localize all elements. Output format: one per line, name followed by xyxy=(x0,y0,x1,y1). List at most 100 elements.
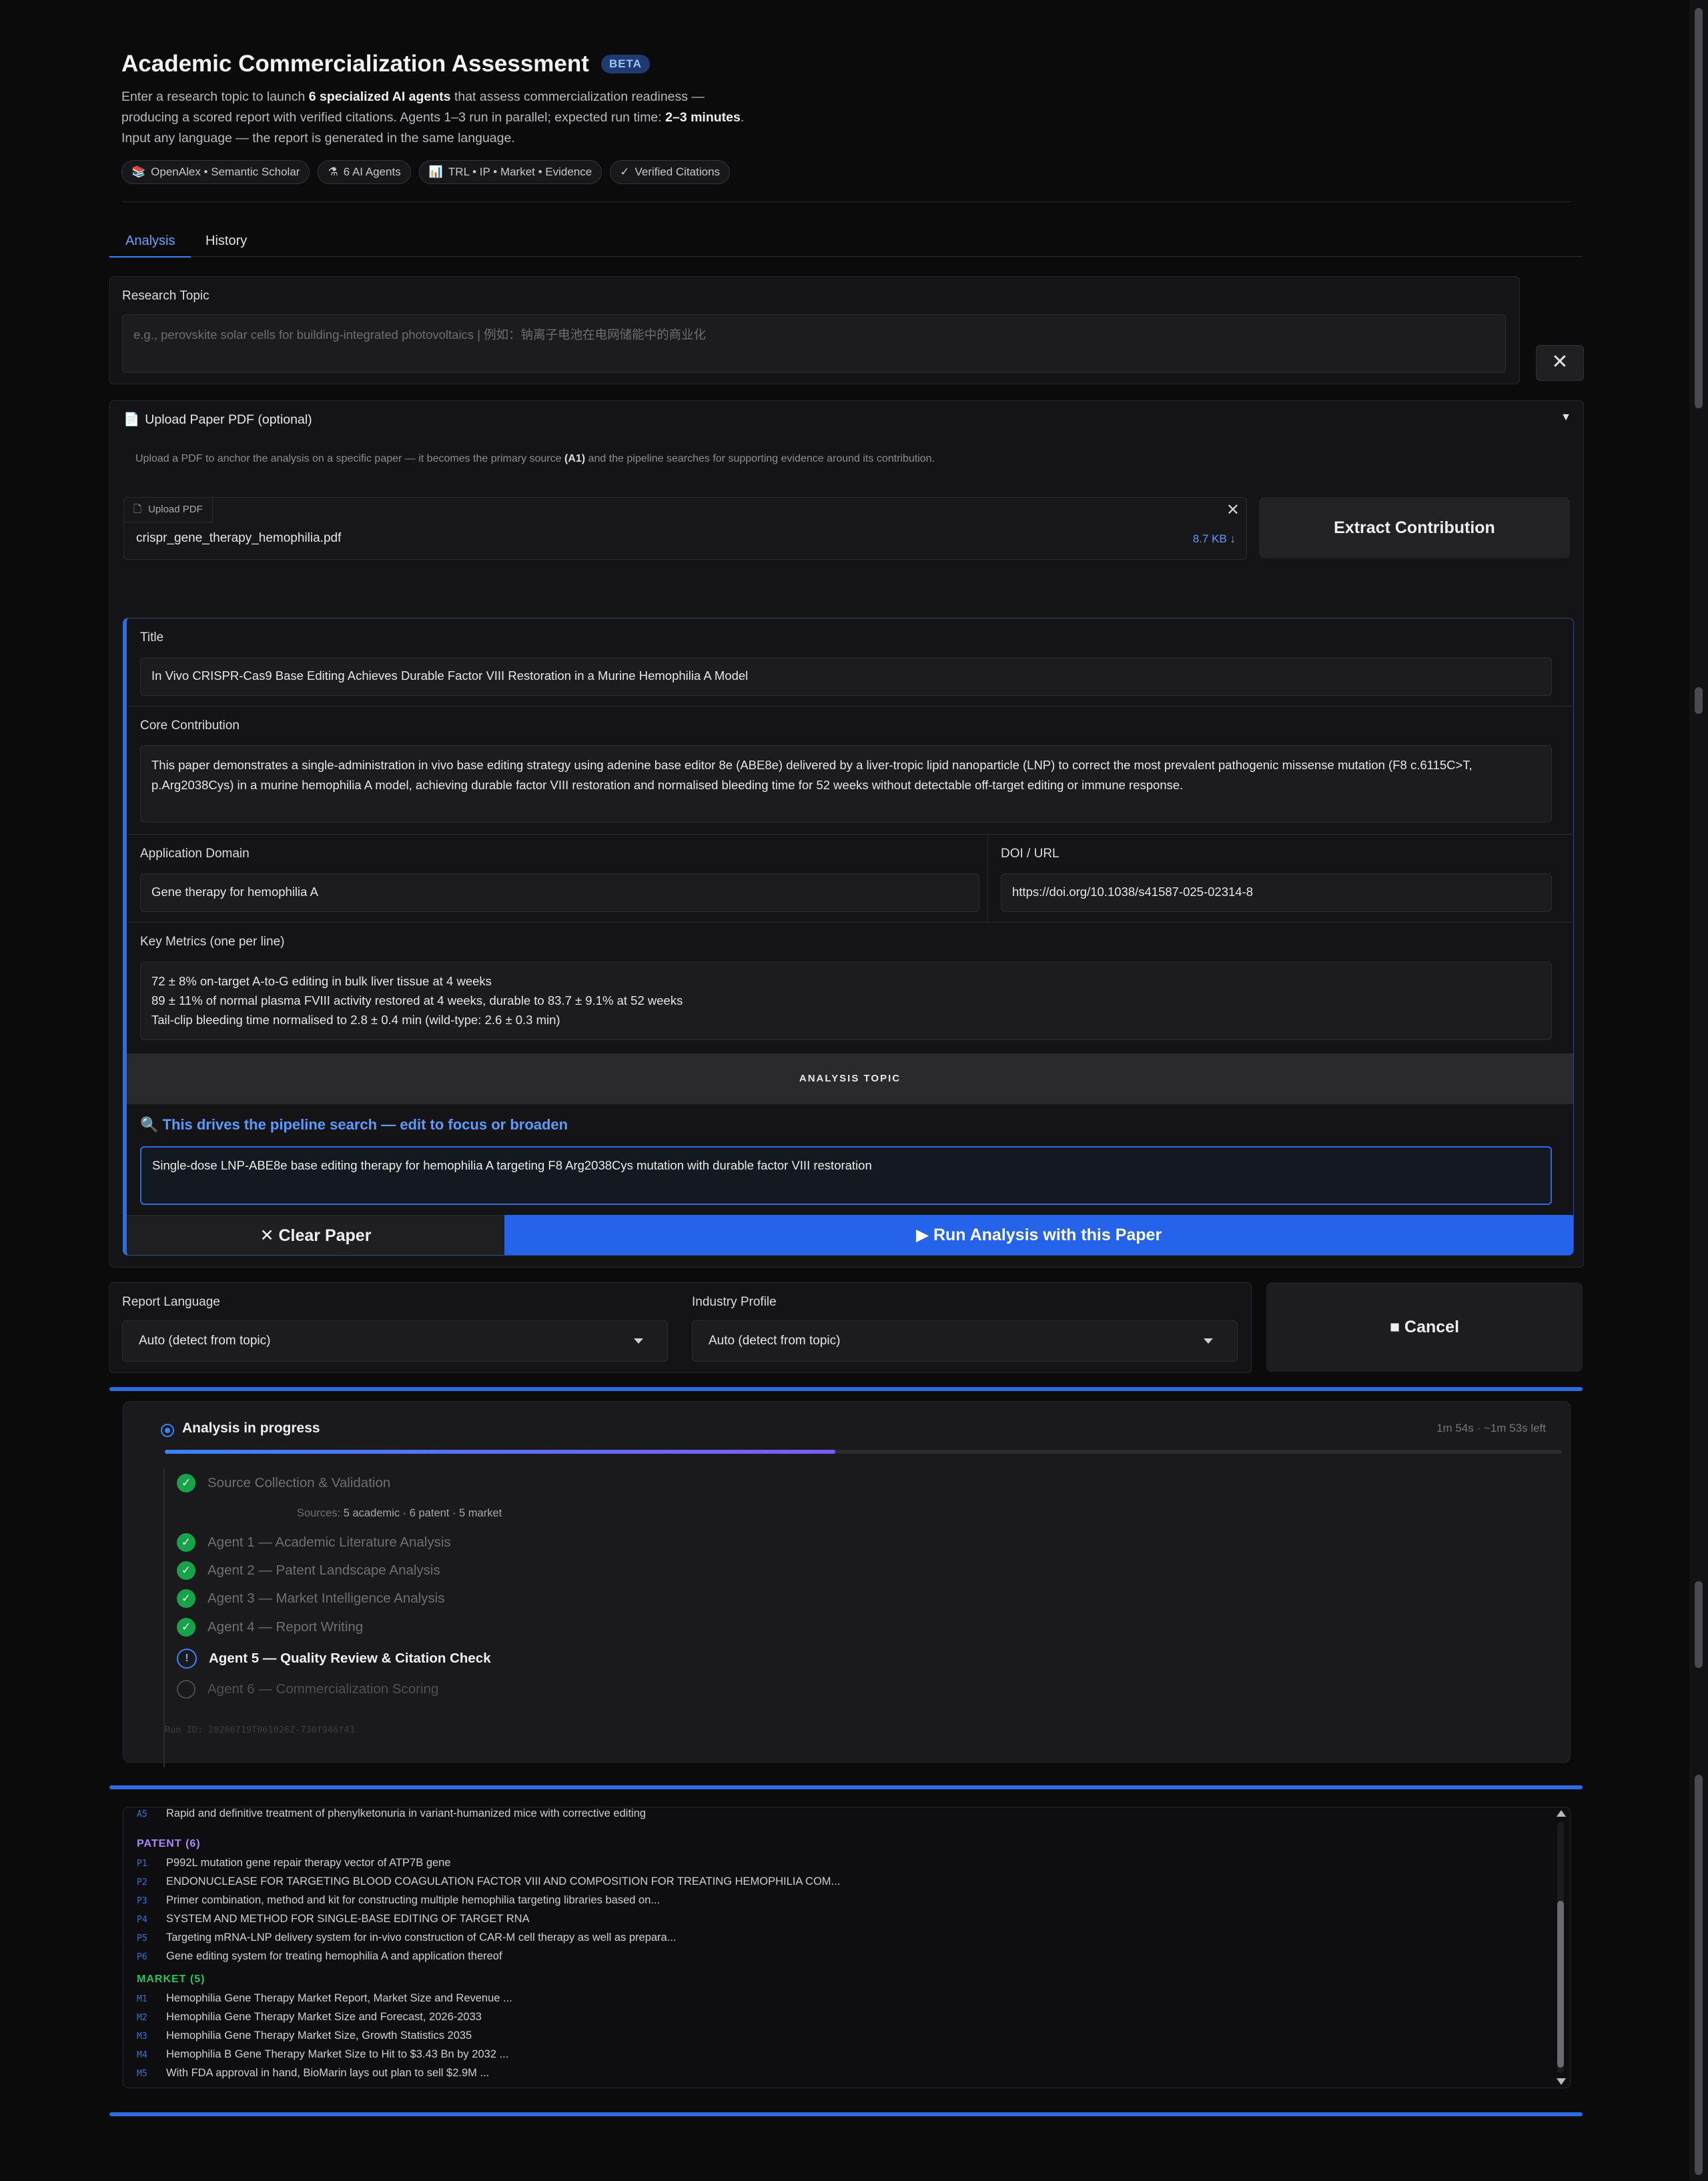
chevron-down-icon xyxy=(634,1338,643,1344)
chart-icon: 📊 xyxy=(428,165,443,178)
chevron-down-icon[interactable]: ▼ xyxy=(1561,412,1571,424)
chip-sources: 📚 OpenAlex • Semantic Scholar xyxy=(121,160,310,184)
sources-summary: Sources: 5 academic · 6 patent · 5 marke… xyxy=(297,1507,502,1519)
list-item[interactable]: M2 Hemophilia Gene Therapy Market Size an… xyxy=(137,2011,482,2024)
feature-chips: 📚 OpenAlex • Semantic Scholar ⚗ 6 AI Agent… xyxy=(121,160,731,184)
application-domain-label: Application Domain xyxy=(140,847,250,861)
tab-bar: Analysis History xyxy=(109,226,1583,258)
check-icon: ✓ xyxy=(177,1474,195,1492)
analysis-topic-heading: ANALYSIS TOPIC xyxy=(127,1053,1573,1104)
application-domain-input[interactable]: Gene therapy for hemophilia A xyxy=(140,873,979,912)
run-analysis-button[interactable]: ▶ Run Analysis with this Paper xyxy=(504,1215,1573,1255)
step-agent-3: ✓ Agent 3 — Market Intelligence Analysis xyxy=(177,1589,445,1608)
list-item[interactable]: M3 Hemophilia Gene Therapy Market Size, G… xyxy=(137,2030,472,2042)
progress-bar xyxy=(165,1450,1562,1454)
close-icon: ✕ xyxy=(1551,351,1569,373)
page-title: Academic Commercialization Assessment xyxy=(121,51,589,77)
step-source-collection: ✓ Source Collection & Validation xyxy=(177,1474,390,1492)
research-topic-input[interactable]: e.g., perovskite solar cells for buildin… xyxy=(122,314,1506,373)
tab-history[interactable]: History xyxy=(189,231,263,256)
analysis-topic-input[interactable]: Single-dose LNP-ABE8e base editing thera… xyxy=(140,1146,1552,1205)
file-size-download[interactable]: 8.7 KB ↓ xyxy=(1193,532,1236,546)
doi-label: DOI / URL xyxy=(1001,847,1059,861)
core-contribution-section: Core Contribution This paper demonstrate… xyxy=(127,707,1573,835)
document-icon: 📄 xyxy=(123,412,140,427)
running-icon: ! xyxy=(177,1649,197,1669)
step-agent-6: Agent 6 — Commercialization Scoring xyxy=(177,1680,438,1699)
file-icon: 🗋 xyxy=(133,504,142,515)
check-icon: ✓ xyxy=(177,1561,195,1580)
list-item[interactable]: P5 Targeting mRNA-LNP delivery system for… xyxy=(137,1931,676,1944)
upload-accordion-header[interactable]: 📄 Upload Paper PDF (optional) xyxy=(123,412,312,428)
section-divider xyxy=(109,2112,1583,2116)
list-item[interactable]: M1 Hemophilia Gene Therapy Market Report,… xyxy=(137,1992,512,2005)
pipeline-hint: 🔍 This drives the pipeline search — edit… xyxy=(140,1116,568,1133)
report-language-select[interactable]: Auto (detect from topic) xyxy=(122,1320,668,1362)
extract-contribution-button[interactable]: Extract Contribution xyxy=(1259,497,1570,558)
check-icon: ✓ xyxy=(620,165,630,178)
books-icon: 📚 xyxy=(131,165,146,178)
market-heading: MARKET (5) xyxy=(137,1974,205,1985)
list-item[interactable]: P3 Primer combination, method and kit for… xyxy=(137,1894,660,1907)
upload-description: Upload a PDF to anchor the analysis on a… xyxy=(135,453,935,464)
page-scrollbar-thumb[interactable] xyxy=(1695,8,1703,408)
run-id: Run ID: 20260719T061026Z-730f946f43 xyxy=(165,1725,355,1735)
industry-profile-select[interactable]: Auto (detect from topic) xyxy=(692,1320,1238,1362)
remove-file-icon[interactable]: ✕ xyxy=(1226,500,1240,520)
divider xyxy=(987,835,988,923)
paper-card: Title In Vivo CRISPR-Cas9 Base Editing A… xyxy=(123,618,1574,1256)
sources-list[interactable]: A5 Rapid and definitive treatment of phen… xyxy=(123,1807,1571,2088)
file-upload-widget[interactable]: 🗋 Upload PDF ✕ crispr_gene_therapy_hemoph… xyxy=(123,497,1247,560)
list-item[interactable]: P1 P992L mutation gene repair therapy vec… xyxy=(137,1857,451,1869)
key-metrics-section: Key Metrics (one per line) 72 ± 8% on-ta… xyxy=(127,923,1573,1053)
list-item[interactable]: P6 Gene editing system for treating hemop… xyxy=(137,1950,502,1963)
section-divider xyxy=(109,1785,1583,1789)
scroll-up-icon[interactable] xyxy=(1557,1810,1566,1817)
chip-citations: ✓ Verified Citations xyxy=(610,160,731,184)
key-metrics-label: Key Metrics (one per line) xyxy=(140,935,285,949)
progress-elapsed: 1m 54s · ~1m 53s left xyxy=(1436,1422,1546,1434)
list-item[interactable]: P2 ENDONUCLEASE FOR TARGETING BLOOD COAGU… xyxy=(137,1875,840,1888)
search-icon: 🔍 xyxy=(140,1116,159,1133)
divider xyxy=(121,201,1571,202)
check-icon: ✓ xyxy=(177,1589,195,1608)
title-section: Title In Vivo CRISPR-Cas9 Base Editing A… xyxy=(127,618,1573,707)
upload-pdf-tag: 🗋 Upload PDF xyxy=(124,498,213,522)
intro-text: Enter a research topic to launch 6 speci… xyxy=(121,89,745,145)
core-contribution-label: Core Contribution xyxy=(140,719,240,733)
scroll-down-icon[interactable] xyxy=(1557,2078,1566,2085)
page-scrollbar-marker xyxy=(1695,687,1703,714)
core-contribution-input[interactable]: This paper demonstrates a single-adminis… xyxy=(140,745,1552,823)
clear-topic-button[interactable]: ✕ xyxy=(1536,345,1584,381)
flask-icon: ⚗ xyxy=(328,165,338,178)
scrollbar-thumb[interactable] xyxy=(1557,1901,1564,2068)
research-topic-panel: Research Topic e.g., perovskite solar ce… xyxy=(109,276,1520,384)
title-input[interactable]: In Vivo CRISPR-Cas9 Base Editing Achieve… xyxy=(140,657,1552,696)
progress-title: Analysis in progress xyxy=(182,1420,320,1436)
beta-badge: BETA xyxy=(600,55,650,73)
page-scrollbar[interactable] xyxy=(1689,0,1708,2181)
cancel-button[interactable]: ■ Cancel xyxy=(1266,1282,1583,1372)
page-scrollbar-marker xyxy=(1695,1775,1703,2175)
check-icon: ✓ xyxy=(177,1533,195,1552)
report-language-label: Report Language xyxy=(122,1295,220,1309)
research-topic-label: Research Topic xyxy=(122,289,209,303)
doi-input[interactable]: https://doi.org/10.1038/s41587-025-02314… xyxy=(1001,873,1552,912)
sources-scrollbar[interactable] xyxy=(1554,1807,1566,2088)
list-item[interactable]: P4 SYSTEM AND METHOD FOR SINGLE-BASE EDIT… xyxy=(137,1913,530,1925)
chip-agents: ⚗ 6 AI Agents xyxy=(318,160,411,184)
list-item[interactable]: A5 Rapid and definitive treatment of phen… xyxy=(137,1807,646,1820)
tab-analysis[interactable]: Analysis xyxy=(109,231,191,258)
key-metrics-input[interactable]: 72 ± 8% on-target A-to-G editing in bulk… xyxy=(140,961,1552,1040)
section-divider xyxy=(109,1387,1583,1391)
step-agent-4: ✓ Agent 4 — Report Writing xyxy=(177,1618,363,1637)
list-item[interactable]: M4 Hemophilia B Gene Therapy Market Size … xyxy=(137,2048,508,2061)
file-name: crispr_gene_therapy_hemophilia.pdf xyxy=(136,531,342,545)
pending-circle-icon xyxy=(177,1680,195,1699)
list-item[interactable]: M5 With FDA approval in hand, BioMarin la… xyxy=(137,2067,489,2080)
progress-panel: Analysis in progress 1m 54s · ~1m 53s le… xyxy=(123,1401,1571,1767)
options-panel: Report Language Auto (detect from topic)… xyxy=(109,1282,1252,1373)
clear-paper-button[interactable]: ✕ Clear Paper xyxy=(127,1215,504,1255)
patent-heading: PATENT (6) xyxy=(137,1838,201,1849)
step-agent-1: ✓ Agent 1 — Academic Literature Analysis xyxy=(177,1533,451,1552)
